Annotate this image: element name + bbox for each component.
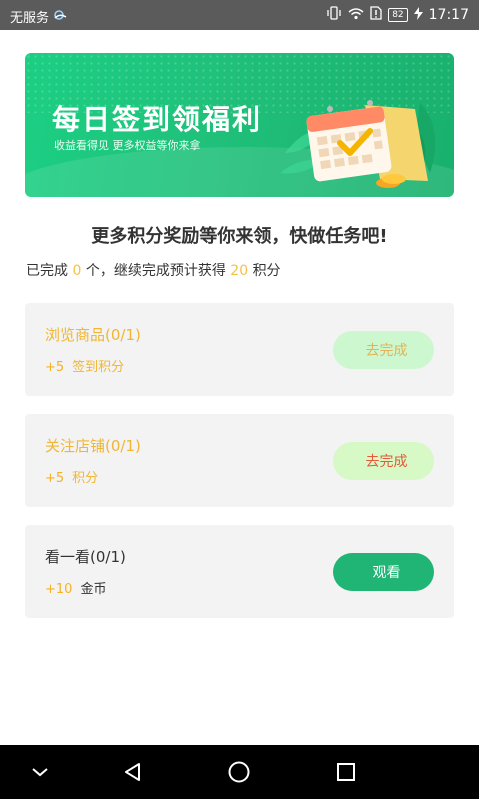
task-points: +10 [45,582,73,597]
clock: 17:17 [428,7,469,23]
sim-alert-icon [370,6,382,24]
carrier-label: 无服务 [10,11,50,26]
completed-count: 0 [72,263,82,279]
recents-icon[interactable] [332,759,360,785]
banner-title: 每日签到领福利 [52,103,263,136]
task-reward: +10 金币 [45,578,106,597]
charging-icon [413,6,423,24]
go-complete-button[interactable]: 去完成 [333,331,434,369]
task-reward-label: 金币 [80,582,107,597]
task-reward: +5 积分 [45,467,98,486]
task-reward-label: 积分 [72,471,99,486]
progress-summary: 已完成 0 个，继续完成预计获得 20 积分 [26,260,281,280]
progress-prefix: 已完成 [26,263,68,279]
tasks-heading: 更多积分奖励等你来领，快做任务吧! [91,226,388,247]
go-complete-button[interactable]: 去完成 [333,442,434,480]
wifi-icon [348,7,364,24]
battery-indicator: 82 [388,8,408,22]
calendar-check-icon [280,100,436,188]
carrier-group: 无服务 [10,7,67,26]
weather-icon [53,9,67,25]
task-name: 浏览商品(0/1) [45,326,141,344]
home-icon[interactable] [225,759,253,785]
task-card-browse-products: 浏览商品(0/1) +5 签到积分 去完成 [25,303,454,396]
navigation-bar [0,745,479,799]
task-points: +5 [45,360,65,375]
status-bar: 无服务 82 17:17 [0,0,479,30]
task-reward-label: 签到积分 [72,360,125,375]
expected-points: 20 [230,263,249,279]
chevron-down-icon[interactable] [26,759,54,785]
task-card-follow-shop: 关注店铺(0/1) +5 积分 去完成 [25,414,454,507]
vibrate-icon [326,6,342,24]
checkin-banner[interactable]: 每日签到领福利 收益看得见 更多权益等你来拿 [25,53,454,197]
task-points: +5 [45,471,65,486]
back-icon[interactable] [119,759,147,785]
task-reward: +5 签到积分 [45,356,124,375]
watch-button[interactable]: 观看 [333,553,434,591]
task-name: 关注店铺(0/1) [45,437,141,455]
status-icons: 82 17:17 [326,6,469,24]
banner-subtitle: 收益看得见 更多权益等你来拿 [54,139,201,152]
progress-suffix: 积分 [252,263,281,279]
task-name: 看一看(0/1) [45,548,126,566]
progress-middle: 个，继续完成预计获得 [85,263,226,279]
task-card-watch: 看一看(0/1) +10 金币 观看 [25,525,454,618]
